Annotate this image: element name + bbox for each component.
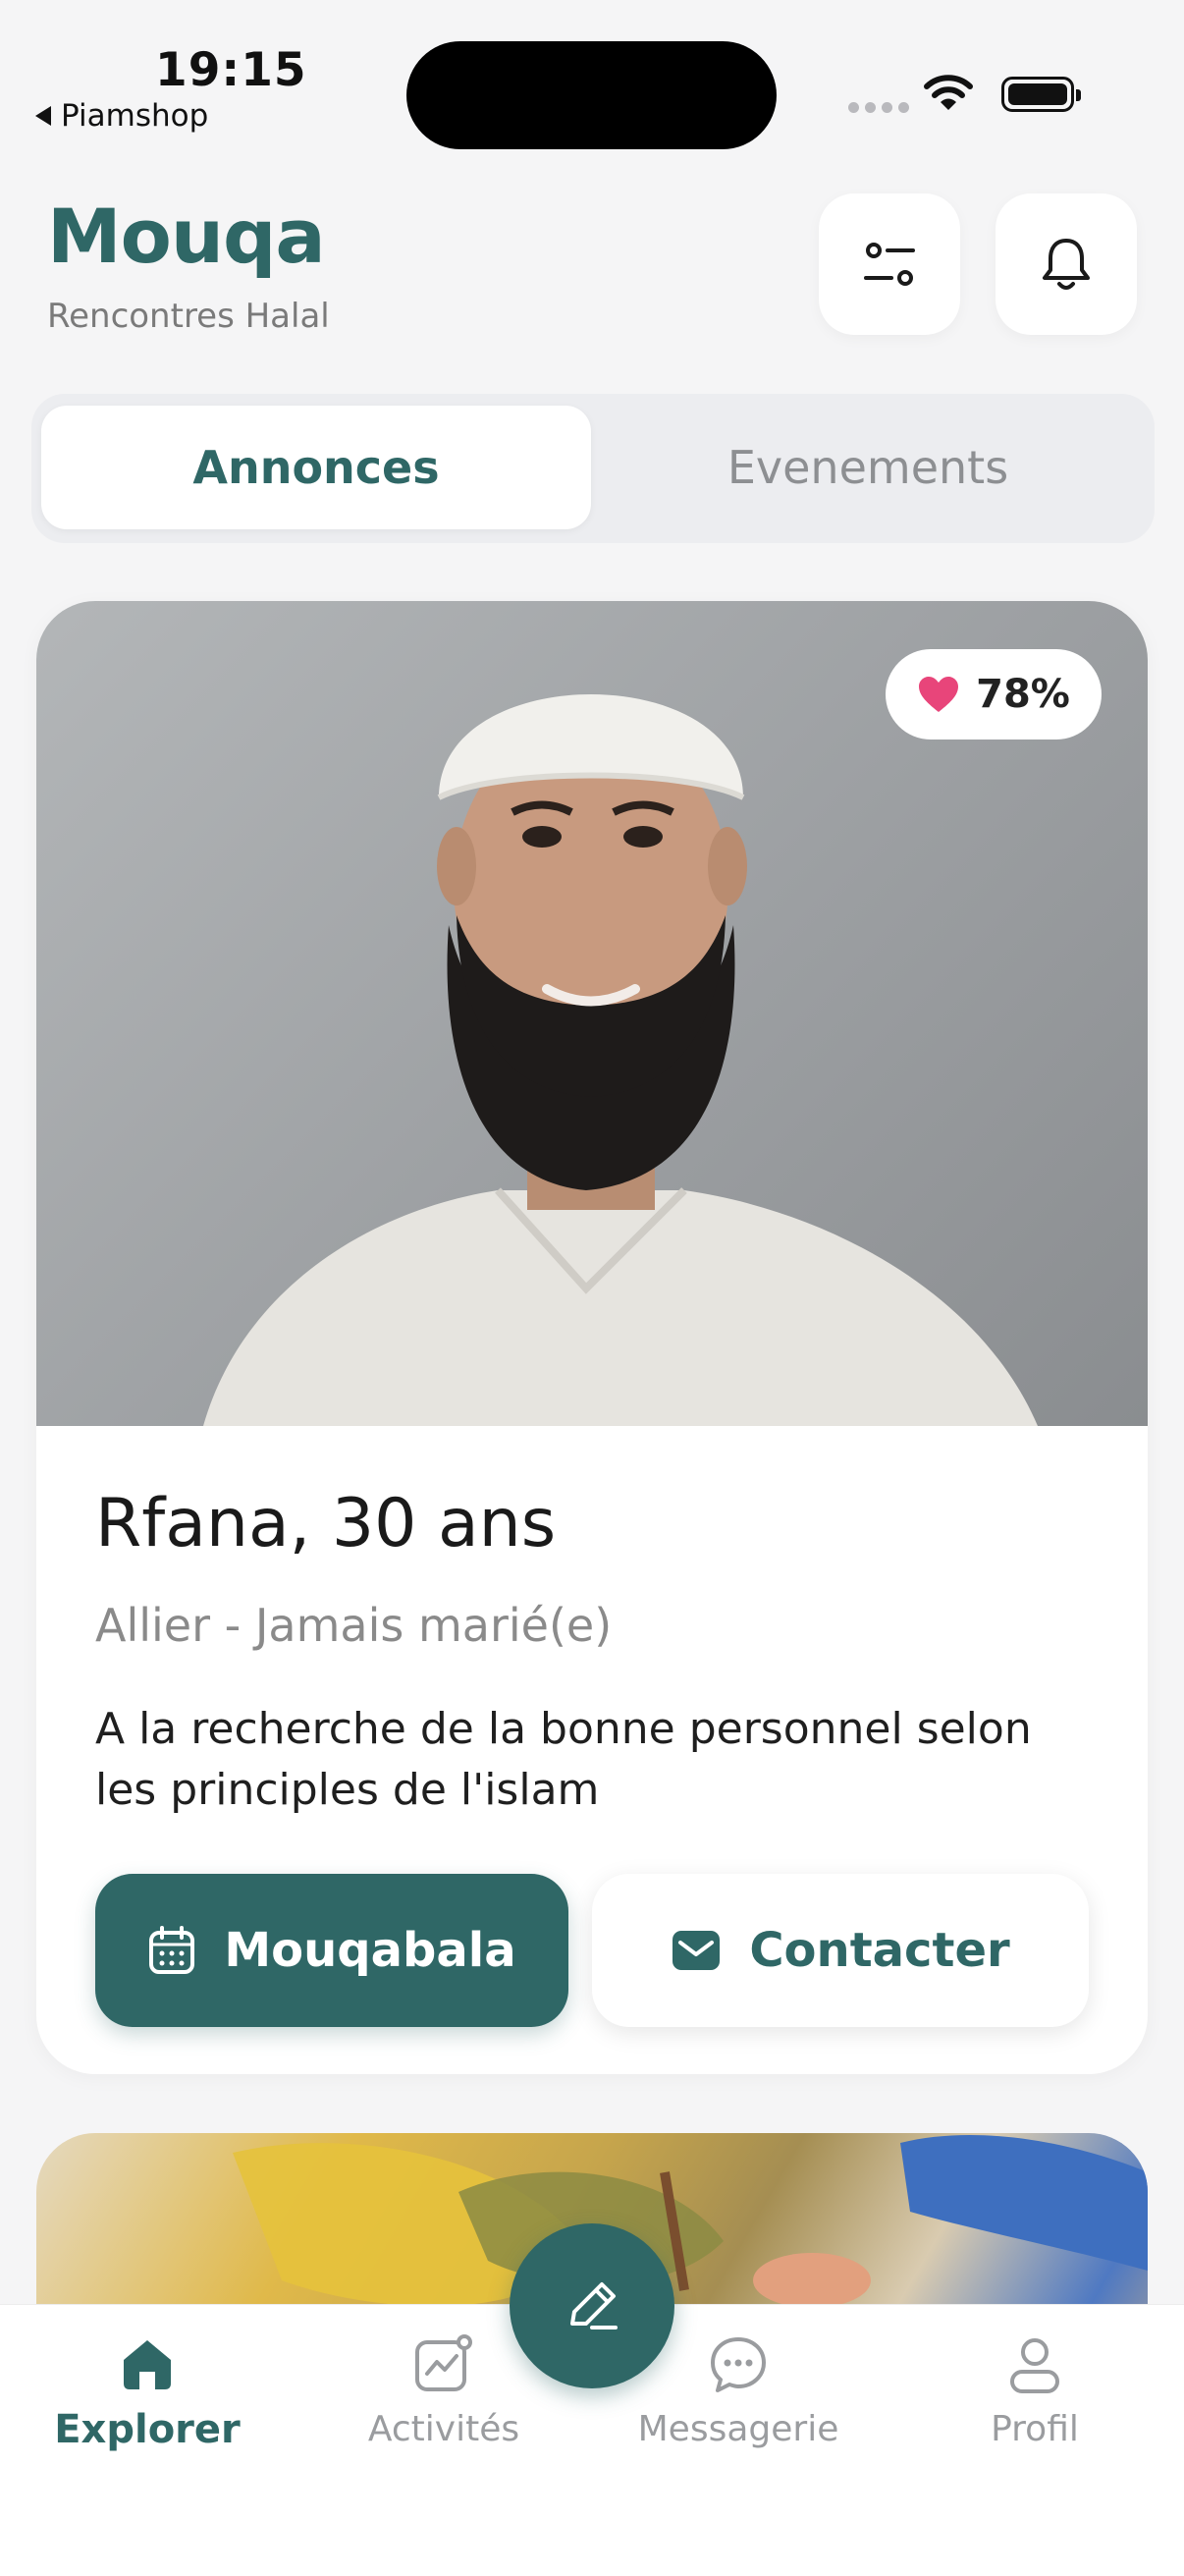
home-icon <box>124 2340 171 2389</box>
profile-card[interactable]: 78% Rfana, 30 ans Allier - Jamais marié(… <box>36 601 1148 2074</box>
match-badge: 78% <box>886 649 1102 740</box>
mouqabala-label: Mouqabala <box>224 1923 516 1978</box>
tab-evenements[interactable]: Evenements <box>591 406 1145 529</box>
back-arrow-icon <box>35 106 51 126</box>
nav-activites-label: Activités <box>367 2409 520 2449</box>
filter-button[interactable] <box>819 193 960 335</box>
pencil-icon <box>570 2282 618 2329</box>
app-brand-title: Mouqa <box>47 192 326 280</box>
back-to-app-link[interactable]: Piamshop <box>35 98 208 134</box>
match-percent: 78% <box>976 672 1070 717</box>
battery-icon <box>1001 77 1081 112</box>
bell-icon <box>1043 239 1090 290</box>
create-post-fab[interactable] <box>510 2223 674 2388</box>
contact-button[interactable]: Contacter <box>592 1874 1089 2027</box>
back-app-label: Piamshop <box>61 98 209 134</box>
profile-description: A la recherche de la bonne personnel sel… <box>95 1704 1032 1815</box>
cellular-signal-icon <box>848 102 909 113</box>
nav-explorer[interactable]: Explorer <box>29 2334 265 2452</box>
dynamic-island <box>406 41 777 149</box>
heart-icon <box>919 677 959 712</box>
sliders-icon <box>864 243 915 286</box>
activity-icon <box>415 2334 472 2391</box>
tab-annonces[interactable]: Annonces <box>41 406 591 529</box>
app-subtitle: Rencontres Halal <box>47 297 330 336</box>
wifi-icon <box>924 75 973 110</box>
nav-explorer-label: Explorer <box>54 2407 241 2452</box>
chat-icon <box>711 2337 766 2392</box>
profile-name-age: Rfana, 30 ans <box>95 1485 557 1562</box>
segmented-tabs: Annonces Evenements <box>31 394 1155 543</box>
user-icon <box>1010 2338 1059 2393</box>
status-time: 19:15 <box>155 43 307 97</box>
notifications-button[interactable] <box>996 193 1137 335</box>
profile-meta: Allier - Jamais marié(e) <box>95 1599 613 1652</box>
profile-photo: 78% <box>36 601 1148 1426</box>
calendar-icon <box>149 1926 195 1974</box>
mouqabala-button[interactable]: Mouqabala <box>95 1874 568 2027</box>
nav-profil-label: Profil <box>991 2409 1079 2449</box>
nav-messagerie-label: Messagerie <box>637 2409 839 2449</box>
nav-profil[interactable]: Profil <box>917 2334 1153 2449</box>
mail-icon <box>673 1931 721 1970</box>
contact-label: Contacter <box>749 1923 1010 1978</box>
